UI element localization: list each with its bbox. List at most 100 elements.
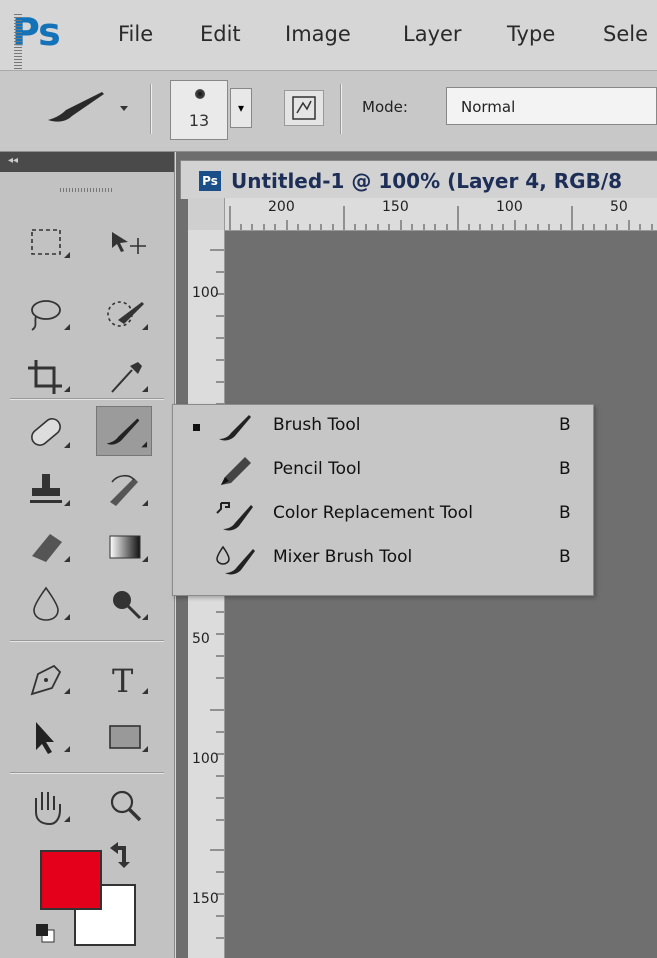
menu-type[interactable]: Type xyxy=(507,22,555,46)
tools-divider-3 xyxy=(10,772,164,774)
menu-edit[interactable]: Edit xyxy=(200,22,241,46)
flyout-item-mixer-brush-tool[interactable]: Mixer Brush Tool B xyxy=(173,537,593,581)
menu-image[interactable]: Image xyxy=(285,22,351,46)
type-tool[interactable]: T xyxy=(98,654,154,704)
rectangle-tool[interactable] xyxy=(98,712,154,762)
ruler-label-200: 200 xyxy=(268,199,295,215)
selected-bullet-icon xyxy=(193,424,200,431)
tools-panel-grip[interactable] xyxy=(60,188,114,192)
default-colors-button[interactable] xyxy=(32,920,58,946)
options-bar-grip[interactable] xyxy=(14,14,22,70)
collapse-icon[interactable]: ◂◂ xyxy=(8,155,18,166)
document-title: Untitled-1 @ 100% (Layer 4, RGB/8 xyxy=(231,169,623,193)
eraser-tool[interactable] xyxy=(20,522,76,572)
brush-panel-icon xyxy=(292,96,316,120)
blur-drop-icon xyxy=(33,586,70,621)
options-separator xyxy=(150,84,152,134)
eraser-icon xyxy=(32,534,70,562)
move-tool[interactable] xyxy=(98,218,154,268)
zoom-tool[interactable] xyxy=(98,782,154,832)
brush-size-value: 13 xyxy=(188,111,210,130)
foreground-color-swatch[interactable] xyxy=(40,850,102,910)
chevron-down-icon xyxy=(120,106,128,111)
tools-panel-header[interactable]: ◂◂ xyxy=(0,152,174,172)
rectangular-marquee-tool[interactable] xyxy=(20,218,76,268)
brush-icon xyxy=(106,418,148,448)
history-brush-tool[interactable] xyxy=(98,466,154,516)
horizontal-ruler[interactable]: 200 150 100 50 xyxy=(188,198,657,231)
rectangle-icon xyxy=(109,725,148,752)
crop-icon xyxy=(28,360,70,394)
ruler-origin[interactable] xyxy=(188,198,225,231)
ruler-label-v-150: 150 xyxy=(192,891,219,907)
brush-icon xyxy=(219,415,251,441)
tool-preset-picker[interactable] xyxy=(28,84,138,134)
blur-tool[interactable] xyxy=(20,580,76,630)
flyout-shortcut: B xyxy=(559,503,571,523)
pen-icon xyxy=(30,664,70,696)
brush-preset-dropdown[interactable]: ▾ xyxy=(230,88,252,128)
ps-document-icon: Ps xyxy=(199,171,221,191)
history-brush-icon xyxy=(110,474,148,506)
tools-divider xyxy=(10,398,164,400)
swap-colors-button[interactable] xyxy=(104,838,138,872)
blend-mode-select[interactable]: Normal xyxy=(446,87,657,125)
tools-divider-2 xyxy=(10,640,164,642)
healing-brush-icon xyxy=(31,418,70,448)
magnifier-icon xyxy=(110,790,142,822)
pencil-icon xyxy=(221,457,251,485)
marquee-icon xyxy=(31,229,70,258)
eyedropper-tool[interactable] xyxy=(98,352,154,402)
svg-text:T: T xyxy=(112,662,134,700)
toggle-brush-panel-button[interactable] xyxy=(284,90,324,126)
quick-selection-tool[interactable] xyxy=(98,290,154,340)
flyout-label: Pencil Tool xyxy=(273,459,362,479)
swap-arrow-icon xyxy=(110,842,130,868)
mode-label: Mode: xyxy=(362,98,408,116)
default-colors-icon xyxy=(36,924,55,943)
flyout-shortcut: B xyxy=(559,547,571,567)
spot-healing-brush-tool[interactable] xyxy=(20,408,76,458)
brush-size-picker[interactable]: 13 xyxy=(170,80,228,140)
menu-file[interactable]: File xyxy=(118,22,153,46)
ruler-label-v-100: 100 xyxy=(192,285,219,301)
menu-select[interactable]: Sele xyxy=(603,22,648,46)
brush-tool[interactable] xyxy=(96,406,152,456)
flyout-label: Brush Tool xyxy=(273,415,361,435)
menu-layer[interactable]: Layer xyxy=(403,22,462,46)
path-selection-tool[interactable] xyxy=(20,712,76,762)
quick-selection-icon xyxy=(107,301,148,330)
clone-stamp-tool[interactable] xyxy=(20,466,76,516)
color-replacement-icon xyxy=(216,502,253,531)
flyout-item-pencil-tool[interactable]: Pencil Tool B xyxy=(173,449,593,493)
hand-icon xyxy=(35,792,70,826)
options-separator-2 xyxy=(340,84,342,134)
ruler-label-v-50: 50 xyxy=(192,631,210,647)
ruler-label-v-100b: 100 xyxy=(192,751,219,767)
pen-tool[interactable] xyxy=(20,654,76,704)
arrow-icon xyxy=(36,722,70,754)
ruler-label-150: 150 xyxy=(382,199,409,215)
dodge-icon xyxy=(113,591,148,620)
brush-tip-icon xyxy=(195,89,205,99)
flyout-item-color-replacement-tool[interactable]: Color Replacement Tool B xyxy=(173,493,593,537)
menu-bar: Ps File Edit Image Layer Type Sele xyxy=(0,0,657,70)
move-icon xyxy=(112,232,146,254)
ruler-label-50: 50 xyxy=(610,199,628,215)
type-icon: T xyxy=(112,662,148,700)
flyout-item-brush-tool[interactable]: Brush Tool B xyxy=(173,405,593,449)
brush-tool-flyout: Brush Tool B Pencil Tool B Color Replace… xyxy=(172,404,594,596)
hand-tool[interactable] xyxy=(20,782,76,832)
document-tab[interactable]: Ps Untitled-1 @ 100% (Layer 4, RGB/8 xyxy=(180,160,657,199)
mixer-brush-icon xyxy=(216,545,255,575)
lasso-tool[interactable] xyxy=(20,290,76,340)
eyedropper-icon xyxy=(111,362,148,393)
gradient-icon xyxy=(109,535,148,562)
flyout-shortcut: B xyxy=(559,415,571,435)
flyout-shortcut: B xyxy=(559,459,571,479)
crop-tool[interactable] xyxy=(20,352,76,402)
dodge-tool[interactable] xyxy=(98,580,154,630)
gradient-tool[interactable] xyxy=(98,522,154,572)
lasso-icon xyxy=(31,300,70,331)
flyout-label: Mixer Brush Tool xyxy=(273,547,413,567)
